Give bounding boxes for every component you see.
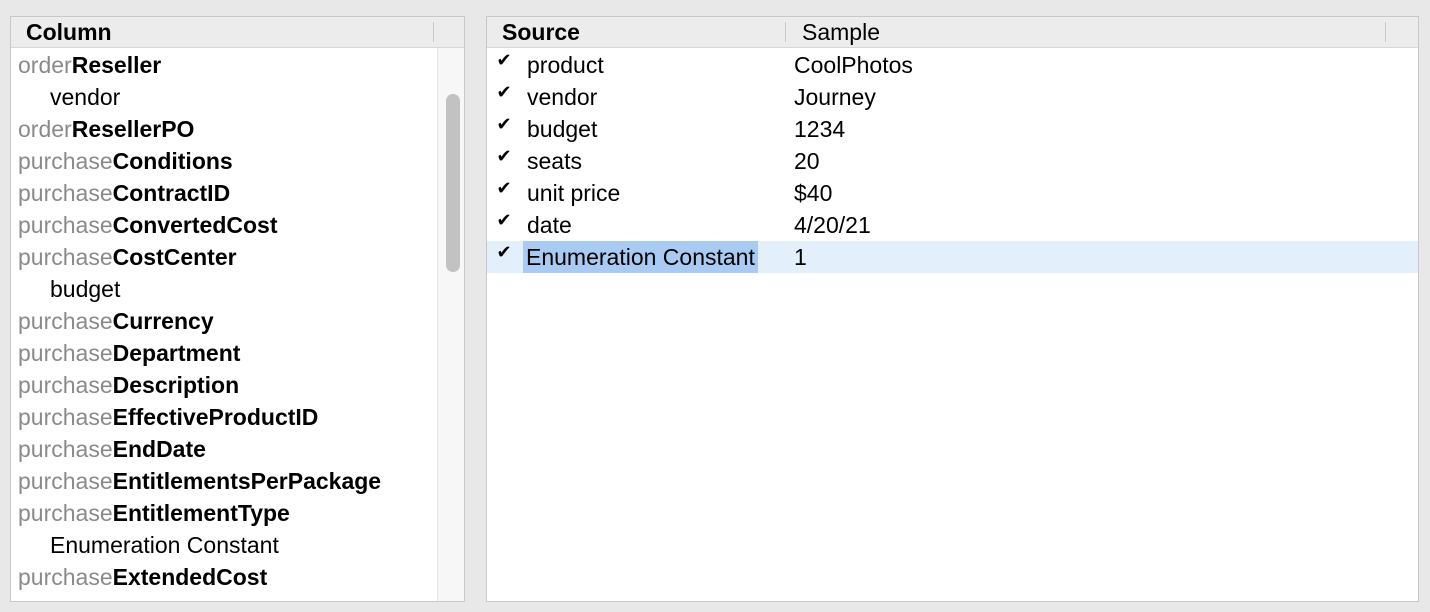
mapping-row[interactable]: ✔ date 4/20/21 bbox=[487, 209, 1418, 241]
mapping-table: ✔ product CoolPhotos ✔ vendor Journey ✔ budget 1… bbox=[487, 49, 1418, 601]
column-name: ConvertedCost bbox=[112, 212, 278, 238]
sample-cell: 4/20/21 bbox=[794, 212, 871, 238]
header-divider bbox=[433, 22, 434, 42]
checkmark-icon[interactable]: ✔ bbox=[494, 172, 514, 204]
mapping-row[interactable]: ✔ Enumeration Constant 1 bbox=[487, 241, 1418, 273]
sample-cell: 1 bbox=[794, 244, 807, 270]
source-cell[interactable]: product bbox=[525, 49, 606, 81]
column-list-item[interactable]: purchaseCurrency bbox=[11, 305, 436, 337]
column-prefix: purchase bbox=[18, 372, 113, 398]
mapping-row[interactable]: ✔ vendor Journey bbox=[487, 81, 1418, 113]
column-child-label: vendor bbox=[50, 84, 121, 110]
column-prefix: purchase bbox=[18, 212, 113, 238]
column-prefix: order bbox=[18, 52, 72, 78]
column-name: EffectiveProductID bbox=[112, 404, 319, 430]
column-name: Conditions bbox=[112, 148, 233, 174]
column-name: ResellerPO bbox=[71, 116, 195, 142]
column-list-item[interactable]: orderResellerPO bbox=[11, 113, 436, 145]
column-list-item[interactable]: purchaseExtendedCost bbox=[11, 561, 436, 593]
column-list[interactable]: orderReseller vendor orderResellerPO purcha… bbox=[11, 49, 436, 601]
column-list-item[interactable]: vendor bbox=[11, 81, 436, 113]
column-prefix: purchase bbox=[18, 180, 113, 206]
column-child-label: budget bbox=[50, 276, 121, 302]
column-header-bar: Column bbox=[11, 17, 464, 48]
sample-cell: $40 bbox=[794, 180, 833, 206]
column-header[interactable]: Column bbox=[26, 17, 112, 47]
column-list-item[interactable]: purchaseContractID bbox=[11, 177, 436, 209]
mapping-panel: Source Sample ✔ product CoolPhotos ✔ vendor J… bbox=[486, 16, 1419, 602]
column-list-item[interactable]: purchaseEntitlementsPerPackage bbox=[11, 465, 436, 497]
source-header[interactable]: Source bbox=[502, 17, 580, 47]
column-name: ExtendedCost bbox=[112, 564, 268, 590]
source-cell[interactable]: Enumeration Constant bbox=[523, 241, 758, 273]
column-list-item[interactable]: purchaseEntitlementType bbox=[11, 497, 436, 529]
column-prefix: purchase bbox=[18, 308, 113, 334]
column-prefix: purchase bbox=[18, 436, 113, 462]
column-child-label: Enumeration Constant bbox=[50, 532, 279, 558]
source-cell[interactable]: vendor bbox=[525, 81, 599, 113]
column-name: Description bbox=[112, 372, 240, 398]
column-name: EndDate bbox=[112, 436, 206, 462]
column-list-item[interactable]: purchaseDescription bbox=[11, 369, 436, 401]
sample-cell: 1234 bbox=[794, 116, 846, 142]
source-cell[interactable]: seats bbox=[525, 145, 584, 177]
column-list-item[interactable]: purchaseConvertedCost bbox=[11, 209, 436, 241]
sample-header[interactable]: Sample bbox=[802, 17, 880, 47]
column-list-item[interactable]: purchaseEndDate bbox=[11, 433, 436, 465]
column-prefix: purchase bbox=[18, 340, 113, 366]
column-list-item[interactable]: purchaseEffectiveProductID bbox=[11, 401, 436, 433]
mapping-row[interactable]: ✔ seats 20 bbox=[487, 145, 1418, 177]
column-name: Reseller bbox=[71, 52, 162, 78]
sample-cell: CoolPhotos bbox=[794, 52, 913, 78]
checkmark-icon[interactable]: ✔ bbox=[494, 44, 514, 76]
mapping-row[interactable]: ✔ unit price $40 bbox=[487, 177, 1418, 209]
column-name: CostCenter bbox=[112, 244, 237, 270]
column-prefix: order bbox=[18, 116, 72, 142]
checkmark-icon[interactable]: ✔ bbox=[494, 140, 514, 172]
header-divider bbox=[1385, 22, 1386, 42]
mapping-row[interactable]: ✔ product CoolPhotos bbox=[487, 49, 1418, 81]
column-prefix: purchase bbox=[18, 468, 113, 494]
column-name: EntitlementType bbox=[112, 500, 290, 526]
checkmark-icon[interactable]: ✔ bbox=[494, 236, 514, 268]
column-prefix: purchase bbox=[18, 500, 113, 526]
source-cell[interactable]: budget bbox=[525, 113, 599, 145]
sample-cell: Journey bbox=[794, 84, 876, 110]
column-list-item[interactable]: purchaseCostCenter bbox=[11, 241, 436, 273]
column-name: Department bbox=[112, 340, 241, 366]
header-divider bbox=[785, 22, 786, 42]
column-list-item[interactable]: purchaseConditions bbox=[11, 145, 436, 177]
checkmark-icon[interactable]: ✔ bbox=[494, 204, 514, 236]
scrollbar-thumb[interactable] bbox=[446, 94, 460, 272]
sample-cell: 20 bbox=[794, 148, 820, 174]
column-name: Currency bbox=[112, 308, 214, 334]
column-prefix: purchase bbox=[18, 564, 113, 590]
source-cell[interactable]: date bbox=[525, 209, 574, 241]
column-list-item[interactable]: orderReseller bbox=[11, 49, 436, 81]
column-list-item[interactable]: Enumeration Constant bbox=[11, 529, 436, 561]
column-prefix: purchase bbox=[18, 244, 113, 270]
checkmark-icon[interactable]: ✔ bbox=[494, 108, 514, 140]
column-list-item[interactable]: budget bbox=[11, 273, 436, 305]
vertical-scrollbar[interactable] bbox=[437, 48, 464, 601]
column-name: EntitlementsPerPackage bbox=[112, 468, 382, 494]
mapping-row[interactable]: ✔ budget 1234 bbox=[487, 113, 1418, 145]
column-panel: Column orderReseller vendor orderResellerP… bbox=[10, 16, 465, 602]
column-list-item[interactable]: purchaseDepartment bbox=[11, 337, 436, 369]
column-prefix: purchase bbox=[18, 404, 113, 430]
column-name: ContractID bbox=[112, 180, 231, 206]
mapping-header-bar: Source Sample bbox=[487, 17, 1418, 48]
column-prefix: purchase bbox=[18, 148, 113, 174]
checkmark-icon[interactable]: ✔ bbox=[494, 76, 514, 108]
source-cell[interactable]: unit price bbox=[525, 177, 622, 209]
